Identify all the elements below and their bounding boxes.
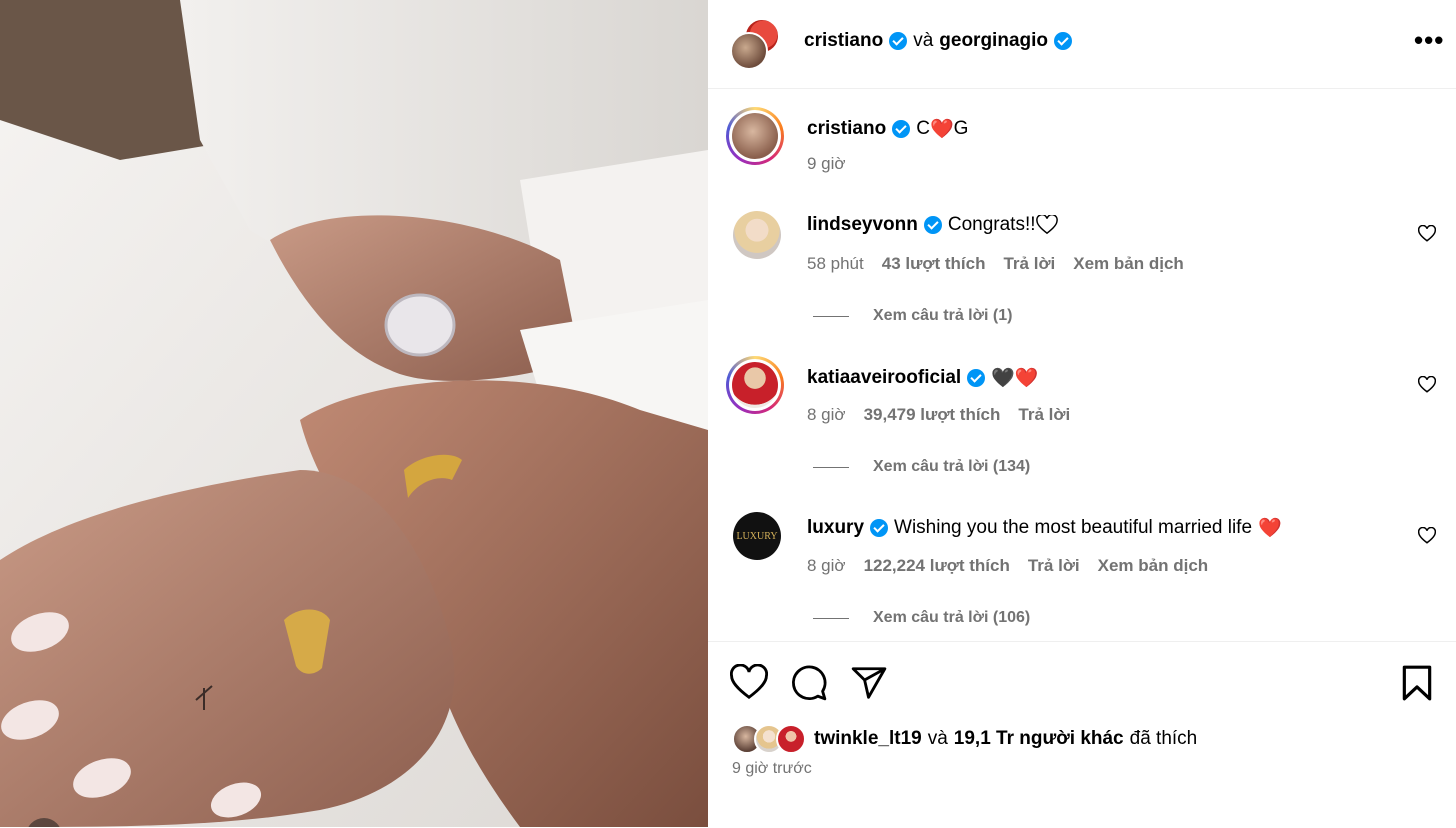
comment-time: 58 phút (807, 254, 864, 273)
verified-badge-icon (892, 120, 911, 138)
like-comment-icon[interactable] (1418, 225, 1436, 243)
view-replies-label: Xem câu trả lời (134) (873, 458, 1031, 475)
avatar (776, 724, 806, 754)
view-replies-button[interactable]: Xem câu trả lời (106) (813, 609, 1030, 627)
avatar-logo-text: LUXURY (736, 530, 778, 542)
comment-meta: 8 giờ 39,479 lượt thích Trả lời (807, 405, 1070, 425)
caption-meta: 9 giờ (807, 154, 846, 174)
likes-summary: twinkle_lt19 và 19,1 Tr người khác đã th… (732, 724, 1197, 754)
comment-likes[interactable]: 39,479 lượt thích (864, 405, 1001, 425)
caption-text-end: G (953, 118, 969, 139)
post-authors: cristiano và georginagio (804, 30, 1073, 52)
photo-illustration (0, 0, 708, 827)
heart-emoji: ❤️ (929, 119, 954, 140)
liker-avatars[interactable] (732, 724, 808, 754)
divider (813, 466, 849, 468)
reply-button[interactable]: Trả lời (1018, 405, 1070, 425)
author-connector: và (913, 30, 934, 51)
likes-suffix: đã thích (1129, 728, 1198, 749)
post-photo[interactable] (0, 0, 708, 827)
caption-text-start: C (916, 118, 930, 139)
share-icon[interactable] (850, 664, 888, 702)
comment-time: 8 giờ (807, 405, 846, 424)
reply-button[interactable]: Trả lời (1028, 556, 1080, 576)
post-actions: twinkle_lt19 và 19,1 Tr người khác đã th… (708, 641, 1456, 828)
like-comment-icon[interactable] (1418, 376, 1436, 394)
post-header: cristiano và georginagio ••• (708, 0, 1456, 89)
heart-outline-icon (1035, 215, 1058, 235)
view-replies-button[interactable]: Xem câu trả lời (134) (813, 458, 1030, 476)
translate-button[interactable]: Xem bản dịch (1098, 556, 1209, 576)
verified-badge-icon (889, 32, 908, 50)
comment-username[interactable]: katiaaveirooficial (807, 367, 961, 389)
avatar[interactable] (726, 107, 784, 165)
post-side-panel: cristiano và georginagio ••• cristiano C… (708, 0, 1456, 827)
likes-connector: và (927, 728, 948, 749)
author-username[interactable]: georginagio (939, 30, 1048, 52)
likes-others[interactable]: 19,1 Tr người khác (954, 728, 1124, 750)
comment-time: 8 giờ (807, 556, 846, 575)
comment-text: 🖤❤️ (991, 368, 1039, 389)
divider (813, 315, 849, 317)
avatar (730, 32, 768, 70)
comment-line: katiaaveirooficial 🖤❤️ (807, 366, 1039, 390)
comment-likes[interactable]: 122,224 lượt thích (864, 556, 1010, 576)
caption: cristiano C ❤️ G (807, 117, 968, 141)
caption-username[interactable]: cristiano (807, 118, 886, 140)
translate-button[interactable]: Xem bản dịch (1073, 254, 1184, 274)
caption-time: 9 giờ (807, 154, 846, 173)
avatar[interactable] (726, 356, 784, 414)
comment-likes[interactable]: 43 lượt thích (882, 254, 986, 274)
reply-button[interactable]: Trả lời (1003, 254, 1055, 274)
avatar[interactable] (733, 211, 781, 259)
view-replies-label: Xem câu trả lời (1) (873, 307, 1013, 324)
avatar[interactable]: LUXURY (733, 512, 781, 560)
post-time: 9 giờ trước (732, 760, 812, 777)
comment-line: luxury Wishing you the most beautiful ma… (807, 516, 1282, 540)
bookmark-icon[interactable] (1398, 664, 1436, 702)
heart-emoji: ❤️ (1258, 518, 1282, 539)
comment-meta: 58 phút 43 lượt thích Trả lời Xem bản dị… (807, 254, 1184, 274)
heart-icon[interactable] (730, 664, 768, 702)
comment-text: Congrats!! (947, 214, 1036, 235)
view-replies-button[interactable]: Xem câu trả lời (1) (813, 307, 1012, 325)
verified-badge-icon (923, 216, 942, 234)
view-replies-label: Xem câu trả lời (106) (873, 609, 1031, 626)
comment-icon[interactable] (790, 664, 828, 702)
comment-username[interactable]: lindseyvonn (807, 214, 918, 236)
like-comment-icon[interactable] (1418, 527, 1436, 545)
verified-badge-icon (967, 369, 986, 387)
collab-avatars[interactable] (730, 18, 780, 70)
comments-list[interactable]: cristiano C ❤️ G 9 giờ lindseyvonn Congrat… (708, 89, 1456, 641)
divider (813, 617, 849, 619)
verified-badge-icon (1054, 32, 1073, 50)
comment-text: Wishing you the most beautiful married l… (894, 517, 1253, 538)
verified-badge-icon (870, 519, 889, 537)
comment-meta: 8 giờ 122,224 lượt thích Trả lời Xem bản… (807, 556, 1208, 576)
comment-line: lindseyvonn Congrats!! (807, 214, 1058, 236)
author-username[interactable]: cristiano (804, 30, 883, 52)
comment-username[interactable]: luxury (807, 517, 864, 539)
more-horizontal-icon[interactable]: ••• (1414, 27, 1444, 53)
liker-username[interactable]: twinkle_lt19 (814, 728, 922, 750)
